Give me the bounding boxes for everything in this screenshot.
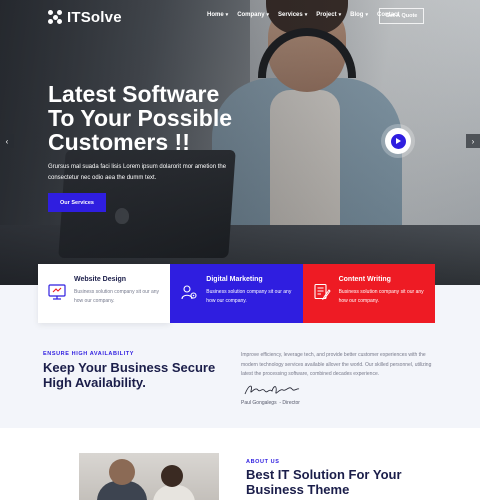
- our-services-button[interactable]: Our Services: [48, 193, 106, 212]
- logo-mark-icon: [48, 10, 62, 24]
- play-video-button[interactable]: [385, 128, 411, 154]
- nav-item-project[interactable]: Project ▾: [316, 12, 341, 18]
- brand-name: ITSolve: [67, 8, 122, 26]
- about-kicker: ABOUT US: [246, 459, 280, 465]
- nav-label: Company: [237, 12, 265, 18]
- document-pen-icon: [314, 283, 331, 301]
- chevron-down-icon: ▾: [225, 12, 229, 18]
- nav-label: Project: [316, 12, 337, 18]
- service-card-body: Digital Marketing Business solution comp…: [206, 276, 294, 323]
- nav-label: Home: [207, 12, 224, 18]
- service-card-body: Content Writing Business solution compan…: [339, 276, 427, 323]
- signature-name: Paul Gongalegs: [241, 400, 277, 406]
- service-cards: Website Design Business solution company…: [38, 264, 435, 323]
- get-quote-button[interactable]: Get A Quote: [379, 8, 424, 24]
- service-description: Business solution company sit our any ho…: [338, 289, 424, 304]
- availability-text: Improve efficiency, leverage tech, and p…: [241, 352, 432, 377]
- nav-label: Blog: [350, 12, 364, 18]
- chevron-right-icon: ›: [471, 136, 475, 146]
- hero-title: Latest Software To Your Possible Custome…: [48, 81, 233, 155]
- signature-caption: Paul Gongalegs - Director: [241, 400, 300, 406]
- nav-item-blog[interactable]: Blog ▾: [350, 12, 368, 18]
- nav-item-home[interactable]: Home ▾: [207, 12, 228, 18]
- about-image: [79, 453, 219, 500]
- nav-item-company[interactable]: Company ▾: [237, 12, 269, 18]
- availability-kicker: ENSURE HIGH AVAILABILITY: [43, 351, 134, 357]
- nav-label: Services: [278, 12, 303, 18]
- service-description: Business solution company sit our any ho…: [74, 289, 160, 304]
- chevron-down-icon: ▾: [304, 12, 308, 18]
- service-card-body: Website Design Business solution company…: [74, 276, 162, 323]
- chevron-down-icon: ▾: [365, 12, 368, 18]
- chevron-down-icon: ▾: [266, 12, 270, 18]
- slider-next-button[interactable]: ›: [466, 134, 480, 148]
- service-title: Website Design: [74, 276, 126, 283]
- service-card-content-writing[interactable]: Content Writing Business solution compan…: [302, 264, 435, 323]
- main-nav: Home ▾ Company ▾ Services ▾ Project ▾ Blog ▾ …: [207, 12, 399, 18]
- service-card-website-design[interactable]: Website Design Business solution company…: [38, 264, 171, 323]
- service-card-digital-marketing[interactable]: Digital Marketing Business solution comp…: [170, 264, 303, 323]
- signature-role: - Director: [279, 400, 300, 406]
- play-icon: [390, 133, 406, 149]
- service-description: Business solution company sit our any ho…: [206, 289, 292, 304]
- hero-description: Grursus mal suada faci lisis Lorem ipsum…: [48, 164, 227, 181]
- availability-title: Keep Your Business Secure High Availabil…: [43, 360, 216, 390]
- gear-user-icon: [181, 285, 197, 300]
- brand-logo[interactable]: ITSolve: [48, 8, 122, 26]
- about-title: Best IT Solution For Your Business Theme: [246, 467, 402, 497]
- service-title: Digital Marketing: [206, 276, 263, 283]
- signature-image: [244, 385, 300, 395]
- chevron-down-icon: ▾: [338, 12, 342, 18]
- nav-item-services[interactable]: Services ▾: [278, 12, 307, 18]
- monitor-icon: [48, 284, 66, 300]
- chevron-left-icon: ‹: [5, 136, 9, 146]
- slider-prev-button[interactable]: ‹: [0, 134, 14, 148]
- service-title: Content Writing: [338, 276, 391, 283]
